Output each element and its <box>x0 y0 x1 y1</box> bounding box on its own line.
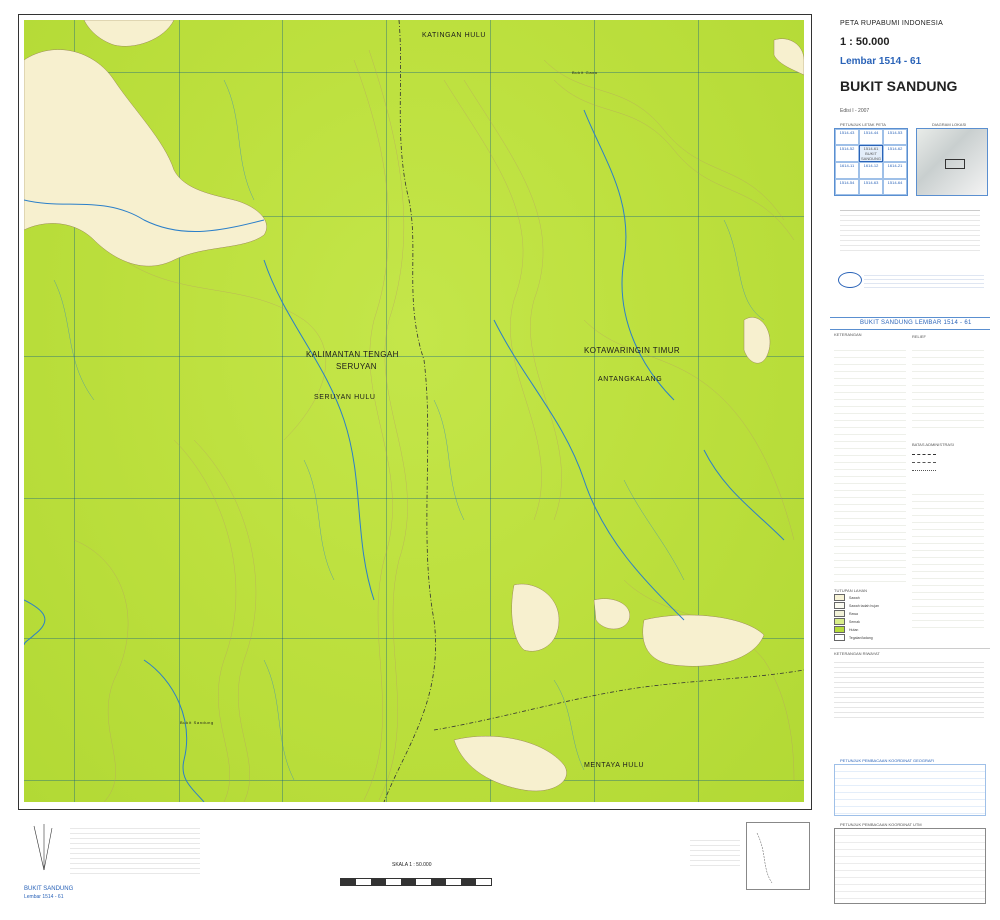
divider <box>830 329 990 330</box>
index-cell[interactable]: 1514-54 <box>835 178 859 195</box>
bottom-sheet-name: BUKIT SANDUNG <box>24 886 74 892</box>
north-arrow-diagram <box>24 822 64 872</box>
bottom-sheet-number: Lembar 1514 - 61 <box>24 894 64 900</box>
index-cell[interactable]: 1514-64 <box>883 178 907 195</box>
location-diagram <box>916 128 988 196</box>
legend-boundaries <box>912 450 984 480</box>
map-scale: 1 : 50.000 <box>840 36 890 48</box>
utm-reading-title: PETUNJUK PEMBACAAN KOORDINAT UTM <box>840 822 922 827</box>
index-cell[interactable]: 1614-21 <box>883 162 907 179</box>
bounds-title: BATAS ADMINISTRASI <box>912 442 954 447</box>
sheet-number: Lembar 1514 - 61 <box>840 56 922 67</box>
notes-text <box>834 658 984 718</box>
grid-reading-box <box>834 764 986 816</box>
sheet-index-grid: 1514-43 1514-44 1514-53 1514-52 1514-61 … <box>834 128 908 196</box>
diagram-title: DIAGRAM LOKASI <box>932 122 967 127</box>
label-kalimantan-tengah: KALIMANTAN TENGAH <box>306 350 399 359</box>
grid-reading-title: PETUNJUK PEMBACAAN KOORDINAT GEOGRAFI <box>840 758 935 763</box>
index-cell[interactable]: 1514-52 <box>835 145 859 163</box>
legend-symbols-right <box>912 488 984 628</box>
utm-reading-box <box>834 828 986 904</box>
coverage-title: TUTUPAN LAHAN <box>834 588 868 593</box>
index-cell[interactable]: 1514-62 <box>883 145 907 163</box>
label-katingan-hulu: KATINGAN HULU <box>422 32 487 39</box>
label-antangkalang: ANTANGKALANG <box>598 376 663 383</box>
relief-title: RELIEF <box>912 334 927 339</box>
label-bukit-gaou: Bukit Gaou <box>572 70 598 75</box>
edition: Edisi I - 2007 <box>840 108 870 114</box>
scale-text: SKALA 1 : 50.000 <box>392 862 432 868</box>
admin-index-notes <box>690 836 740 866</box>
label-seruyan: SERUYAN <box>336 362 377 371</box>
index-cell[interactable]: 1514-44 <box>859 129 883 146</box>
coverage-item: Rawa <box>834 610 858 617</box>
divider <box>830 317 990 318</box>
index-cell[interactable]: 1514-63 <box>859 178 883 195</box>
label-bukit-sandung: Bukit Sandung <box>180 720 214 725</box>
legend-symbols-left <box>834 344 906 584</box>
series-title: PETA RUPABUMI INDONESIA <box>840 20 944 27</box>
label-mentaya-hulu: MENTAYA HULU <box>584 762 645 769</box>
index-cell-current[interactable]: 1514-61 BUKIT SANDUNG <box>859 145 883 163</box>
map-canvas[interactable]: KATINGAN HULU Bukit Gaou KALIMANTAN TENG… <box>24 20 804 802</box>
index-title: PETUNJUK LETAK PETA <box>840 122 886 127</box>
map-info-panel: PETA RUPABUMI INDONESIA 1 : 50.000 Lemba… <box>820 14 990 908</box>
coverage-item: Hutan <box>834 626 858 633</box>
sheet-banner: BUKIT SANDUNG LEMBAR 1514 - 61 <box>860 320 972 326</box>
label-seruyan-hulu: SERUYAN HULU <box>314 394 376 401</box>
coverage-item: Sawah tadah hujan <box>834 602 879 609</box>
index-cell[interactable]: 1614-12 <box>859 162 883 179</box>
location-marker <box>945 159 965 169</box>
projection-info <box>840 210 980 251</box>
coverage-item: Sawah <box>834 594 860 601</box>
legend-symbols-relief <box>912 344 984 434</box>
legend-title: KETERANGAN <box>834 332 862 337</box>
notes-title: KETERANGAN RIWAYAT <box>834 651 880 656</box>
agency-text <box>864 272 984 288</box>
scale-bar <box>340 878 492 886</box>
sheet-name: BUKIT SANDUNG <box>840 78 958 94</box>
agency-logo <box>838 272 862 288</box>
coverage-item: Tegalan/ladang <box>834 634 873 641</box>
coverage-item: Semak <box>834 618 860 625</box>
index-cell[interactable]: 1514-53 <box>883 129 907 146</box>
terrain-layer <box>24 20 804 802</box>
index-cell[interactable]: 1514-43 <box>835 129 859 146</box>
declination-notes <box>70 824 200 874</box>
divider <box>830 648 990 649</box>
label-kotawaringin-timur: KOTAWARINGIN TIMUR <box>584 346 681 355</box>
index-cell[interactable]: 1614-11 <box>835 162 859 179</box>
admin-index-diagram <box>746 822 810 890</box>
